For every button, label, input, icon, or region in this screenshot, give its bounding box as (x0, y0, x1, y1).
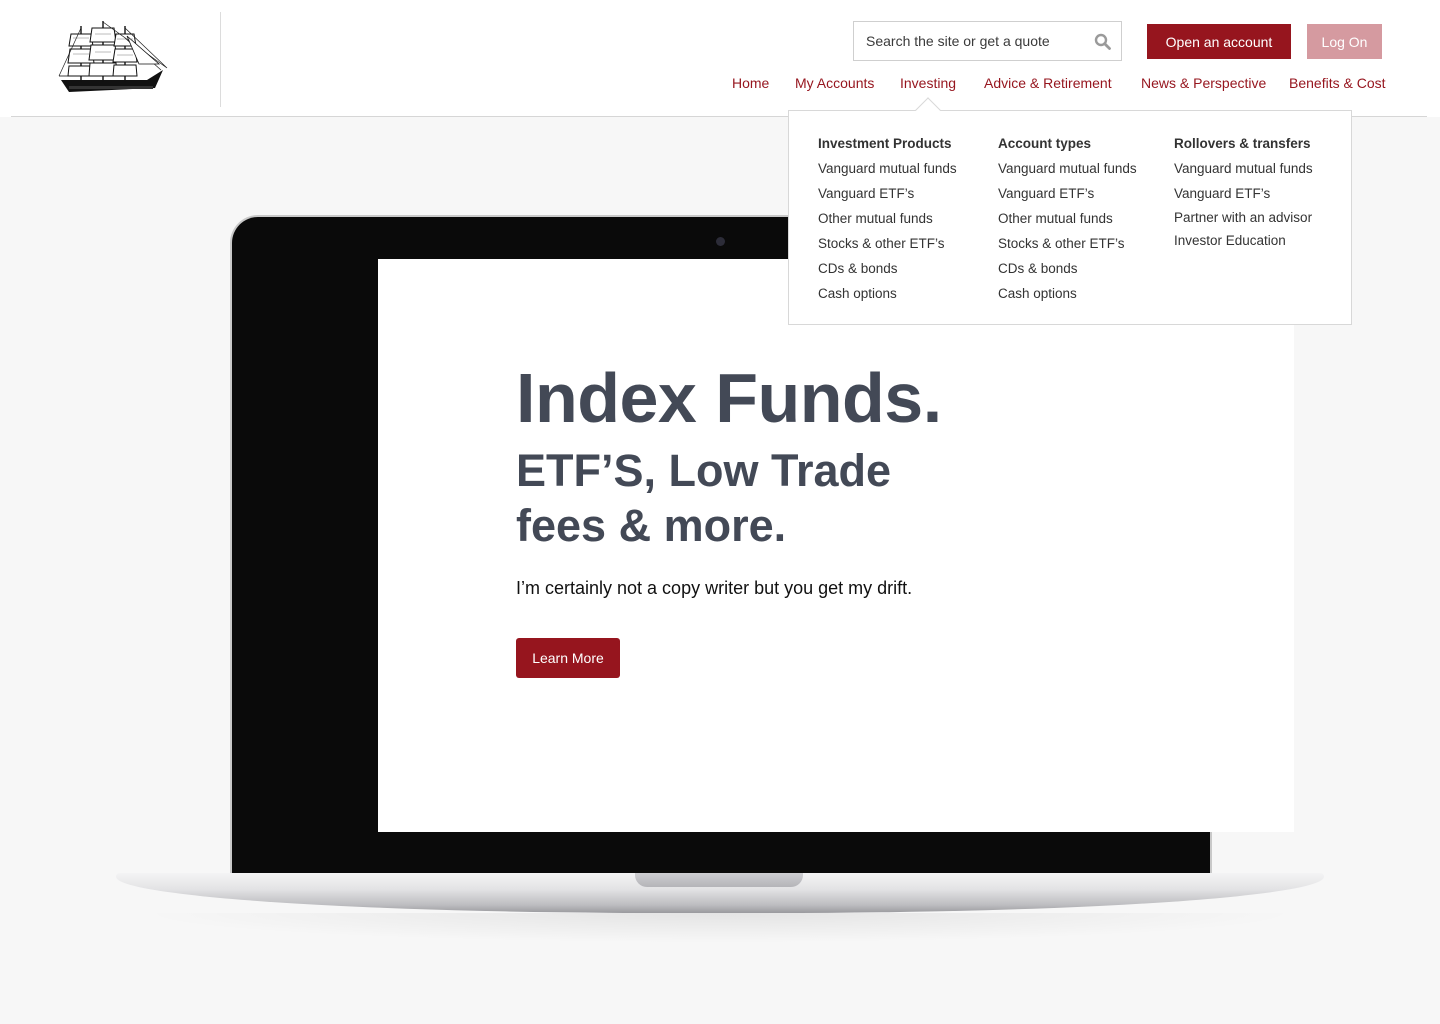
dropdown-link[interactable]: Vanguard ETF’s (1174, 185, 1313, 210)
search-input[interactable] (854, 22, 1084, 60)
laptop-notch (635, 873, 803, 887)
dropdown-link[interactable]: Stocks & other ETF’s (998, 235, 1137, 260)
dropdown-link[interactable]: CDs & bonds (998, 260, 1137, 285)
dropdown-link[interactable]: Vanguard mutual funds (1174, 160, 1313, 185)
dropdown-column-account-types: Account types Vanguard mutual funds Vang… (998, 135, 1137, 310)
dropdown-heading: Rollovers & transfers (1174, 136, 1311, 151)
dropdown-link[interactable]: Vanguard ETF’s (998, 185, 1137, 210)
nav-item-my-accounts[interactable]: My Accounts (795, 75, 874, 91)
site-header: Open an account Log On Home My Accounts … (0, 0, 1440, 117)
log-on-button[interactable]: Log On (1307, 24, 1382, 59)
nav-item-home[interactable]: Home (732, 75, 769, 91)
dropdown-link[interactable]: Partner with an advisor (1174, 209, 1313, 232)
dropdown-link[interactable]: Cash options (818, 285, 957, 310)
dropdown-heading: Investment Products (818, 136, 952, 151)
dropdown-heading: Account types (998, 136, 1092, 151)
investing-dropdown: Investment Products Vanguard mutual fund… (788, 110, 1352, 325)
dropdown-link[interactable]: Cash options (998, 285, 1137, 310)
hero-title: Index Funds. (516, 359, 942, 437)
hero-copy: I’m certainly not a copy writer but you … (516, 578, 913, 598)
dropdown-link[interactable]: Vanguard mutual funds (818, 160, 957, 185)
dropdown-link[interactable]: Vanguard ETF’s (818, 185, 957, 210)
dropdown-column-rollovers-transfers: Rollovers & transfers Vanguard mutual fu… (1174, 135, 1313, 257)
search-icon[interactable] (1094, 33, 1111, 50)
dropdown-link[interactable]: CDs & bonds (818, 260, 957, 285)
dropdown-link[interactable]: Other mutual funds (818, 210, 957, 235)
learn-more-button[interactable]: Learn More (516, 638, 620, 678)
open-account-button[interactable]: Open an account (1147, 24, 1291, 59)
dropdown-column-investment-products: Investment Products Vanguard mutual fund… (818, 135, 957, 310)
hero-subtitle: ETF’S, Low Trade fees & more. (516, 445, 892, 551)
dropdown-link[interactable]: Other mutual funds (998, 210, 1137, 235)
logo-divider (220, 12, 221, 107)
nav-item-benefits-cost[interactable]: Benefits & Cost (1289, 75, 1386, 91)
search-box[interactable] (853, 21, 1122, 61)
dropdown-link[interactable]: Investor Education (1174, 232, 1313, 257)
nav-item-news-perspective[interactable]: News & Perspective (1141, 75, 1266, 91)
nav-item-investing[interactable]: Investing (900, 75, 956, 91)
sailing-ship-icon (58, 21, 168, 92)
laptop-shadow (136, 913, 1304, 943)
camera-icon (716, 237, 725, 246)
ship-logo[interactable] (55, 18, 173, 98)
dropdown-link[interactable]: Vanguard mutual funds (998, 160, 1137, 185)
nav-item-advice-retirement[interactable]: Advice & Retirement (984, 75, 1112, 91)
dropdown-link[interactable]: Stocks & other ETF’s (818, 235, 957, 260)
